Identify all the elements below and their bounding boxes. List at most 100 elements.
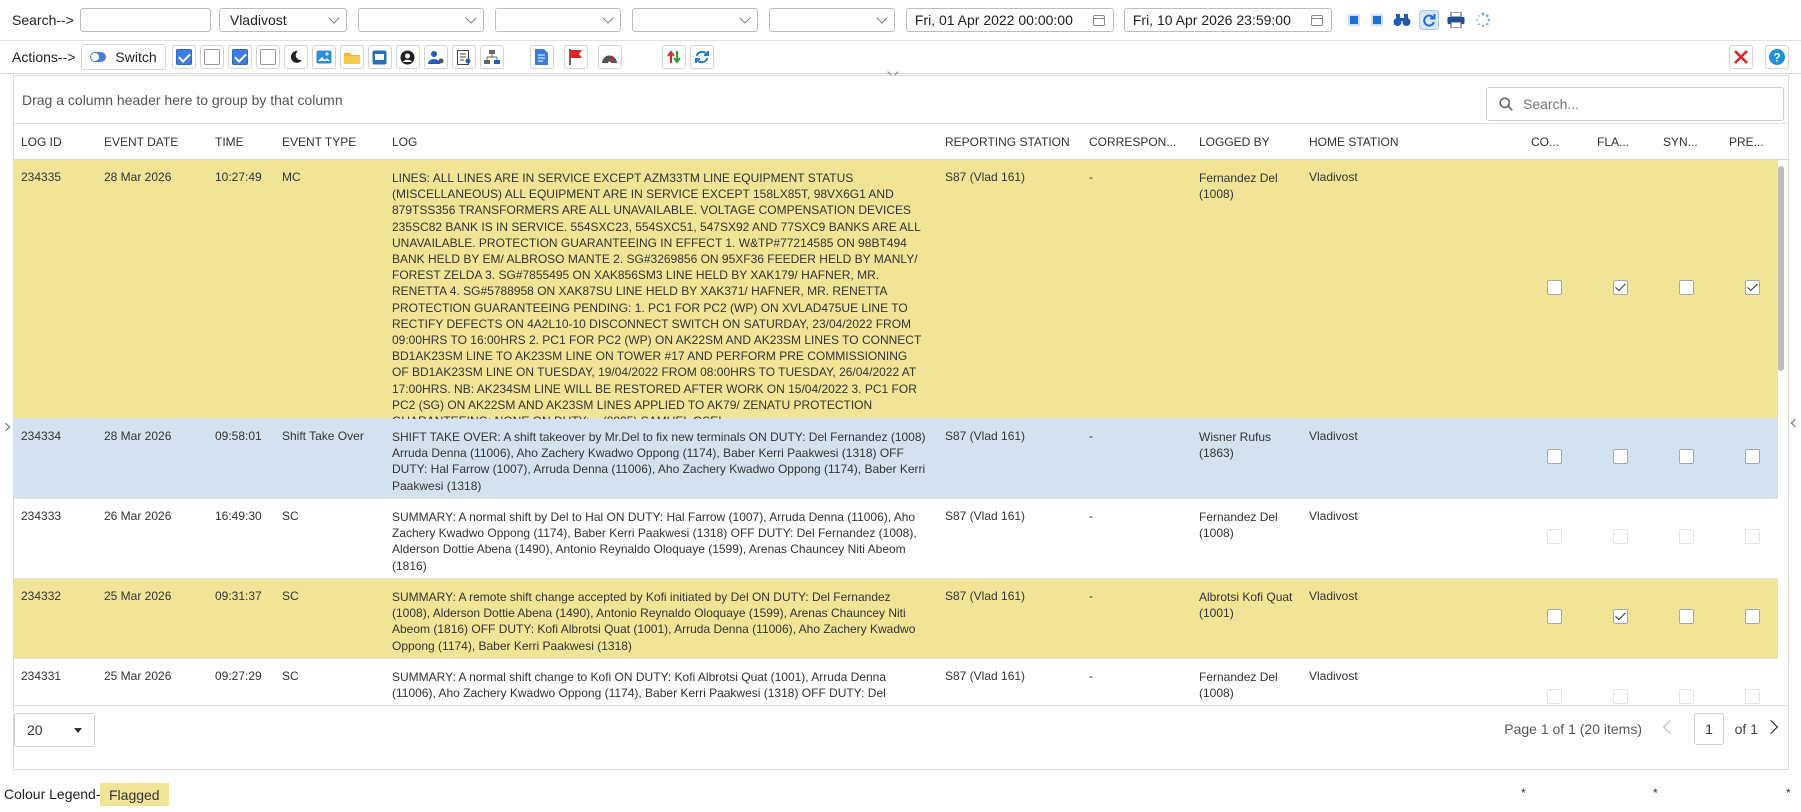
sort-arrows-icon[interactable] xyxy=(661,45,686,69)
home-station-cell: Vladivost xyxy=(1309,589,1358,603)
col-event-date[interactable]: EVENT DATE xyxy=(104,135,178,149)
col-pre[interactable]: PRE... xyxy=(1729,135,1764,149)
col-fla[interactable]: FLA... xyxy=(1597,135,1629,149)
fla-checkbox[interactable] xyxy=(1613,609,1628,624)
filter-select-3[interactable] xyxy=(494,8,621,32)
binoculars-icon[interactable] xyxy=(1390,8,1414,32)
close-icon[interactable] xyxy=(1729,45,1753,69)
fla-checkbox[interactable] xyxy=(1613,449,1628,464)
page-info: Page 1 of 1 (20 items) xyxy=(1504,721,1642,737)
select-all-icon[interactable] xyxy=(1344,8,1364,32)
page-size-select[interactable]: 20 xyxy=(14,713,95,747)
co-checkbox[interactable] xyxy=(1547,529,1562,544)
table-row[interactable]: 234334 28 Mar 2026 09:58:01 Shift Take O… xyxy=(14,419,1778,499)
print-icon[interactable] xyxy=(1444,8,1468,32)
toggle-checkbox-2[interactable] xyxy=(199,45,224,69)
next-page-icon[interactable] xyxy=(1763,719,1779,735)
filter-select-4[interactable] xyxy=(631,8,758,32)
syn-checkbox[interactable] xyxy=(1679,689,1694,704)
user-settings-icon[interactable] xyxy=(423,45,448,69)
page-number-button[interactable]: 1 xyxy=(1694,713,1724,745)
co-checkbox[interactable] xyxy=(1547,689,1562,704)
filter-select-5[interactable] xyxy=(768,8,895,32)
pre-checkbox[interactable] xyxy=(1745,280,1760,295)
col-time[interactable]: TIME xyxy=(215,135,244,149)
image-icon[interactable] xyxy=(311,45,336,69)
toggle-checkbox-4[interactable] xyxy=(255,45,280,69)
network-icon[interactable] xyxy=(479,45,504,69)
grid-search-input[interactable] xyxy=(1523,96,1763,112)
chevron-down-icon xyxy=(739,11,751,24)
col-co[interactable]: CO... xyxy=(1531,135,1559,149)
table-row[interactable]: 234335 28 Mar 2026 10:27:49 MC LINES: AL… xyxy=(14,160,1778,428)
date-to-value: Fri, 10 Apr 2026 23:59:00 xyxy=(1132,12,1291,28)
sync-icon[interactable] xyxy=(689,45,714,69)
reporting-station-cell: S87 (Vlad 161) xyxy=(945,669,1026,683)
station-select[interactable]: Vladivost xyxy=(218,8,347,32)
co-checkbox[interactable] xyxy=(1547,609,1562,624)
group-panel[interactable]: Drag a column header here to group by th… xyxy=(14,76,1788,124)
pre-checkbox[interactable] xyxy=(1745,689,1760,704)
pre-checkbox[interactable] xyxy=(1745,609,1760,624)
fla-checkbox[interactable] xyxy=(1613,689,1628,704)
expand-right-icon[interactable] xyxy=(1790,418,1800,428)
co-checkbox[interactable] xyxy=(1547,449,1562,464)
col-log-id[interactable]: LOG ID xyxy=(21,135,62,149)
pre-checkbox[interactable] xyxy=(1745,529,1760,544)
prev-page-icon[interactable] xyxy=(1662,719,1678,735)
chevron-down-icon xyxy=(876,11,888,24)
table-row[interactable]: 234332 25 Mar 2026 09:31:37 SC SUMMARY: … xyxy=(14,579,1778,659)
log-id-cell: 234334 xyxy=(21,429,62,443)
table-row[interactable]: 234333 26 Mar 2026 16:49:30 SC SUMMARY: … xyxy=(14,499,1778,579)
page-of: of 1 xyxy=(1734,721,1758,737)
user-circle-icon[interactable] xyxy=(395,45,420,69)
syn-checkbox[interactable] xyxy=(1679,609,1694,624)
fla-checkbox[interactable] xyxy=(1613,529,1628,544)
filter-select-2[interactable] xyxy=(357,8,484,32)
fla-checkbox[interactable] xyxy=(1613,280,1628,295)
document-icon[interactable] xyxy=(529,45,554,69)
correspondent-cell: - xyxy=(1089,509,1093,523)
syn-checkbox[interactable] xyxy=(1679,280,1694,295)
date-to-field[interactable]: Fri, 10 Apr 2026 23:59:00 xyxy=(1123,8,1332,32)
grid-search-box[interactable] xyxy=(1486,87,1784,121)
svg-text:?: ? xyxy=(1773,51,1780,65)
table-row[interactable]: 234331 25 Mar 2026 09:27:29 SC SUMMARY: … xyxy=(14,659,1778,704)
search-input[interactable] xyxy=(79,8,211,32)
gauge-icon[interactable] xyxy=(597,45,622,69)
event-type-cell: MC xyxy=(282,170,301,184)
col-event-type[interactable]: EVENT TYPE xyxy=(282,135,356,149)
col-logged-by[interactable]: LOGGED BY xyxy=(1199,135,1270,149)
toggle-checkbox-1[interactable] xyxy=(171,45,196,69)
col-syn[interactable]: SYN... xyxy=(1663,135,1698,149)
select-none-icon[interactable] xyxy=(1367,8,1387,32)
toggle-checkbox-3[interactable] xyxy=(227,45,252,69)
scrollbar-thumb[interactable] xyxy=(1778,166,1784,371)
grid-scrollbar[interactable] xyxy=(1778,160,1786,704)
toggle-icon xyxy=(90,52,107,62)
help-icon[interactable]: ? xyxy=(1765,45,1789,69)
monitor-icon[interactable] xyxy=(367,45,392,69)
switch-button[interactable]: Switch xyxy=(81,44,166,70)
col-reporting-station[interactable]: REPORTING STATION xyxy=(945,135,1070,149)
log-cell: SUMMARY: A remote shift change accepted … xyxy=(392,590,916,653)
col-log[interactable]: LOG xyxy=(392,135,417,149)
chevron-down-icon xyxy=(602,11,614,24)
pre-checkbox[interactable] xyxy=(1745,449,1760,464)
syn-checkbox[interactable] xyxy=(1679,529,1694,544)
syn-checkbox[interactable] xyxy=(1679,449,1694,464)
col-home-station[interactable]: HOME STATION xyxy=(1309,135,1399,149)
report-icon[interactable] xyxy=(451,45,476,69)
folder-icon[interactable] xyxy=(339,45,364,69)
correspondent-cell: - xyxy=(1089,429,1093,443)
date-from-field[interactable]: Fri, 01 Apr 2022 00:00:00 xyxy=(905,8,1114,32)
group-hint: Drag a column header here to group by th… xyxy=(22,92,343,108)
correspondent-cell: - xyxy=(1089,589,1093,603)
co-checkbox[interactable] xyxy=(1547,280,1562,295)
flag-icon[interactable] xyxy=(563,45,588,69)
moon-icon[interactable] xyxy=(283,45,308,69)
refresh-icon[interactable] xyxy=(1417,8,1441,32)
home-station-cell: Vladivost xyxy=(1309,170,1358,184)
expand-left-icon[interactable] xyxy=(1,422,11,432)
col-correspondent[interactable]: CORRESPON... xyxy=(1089,135,1176,149)
